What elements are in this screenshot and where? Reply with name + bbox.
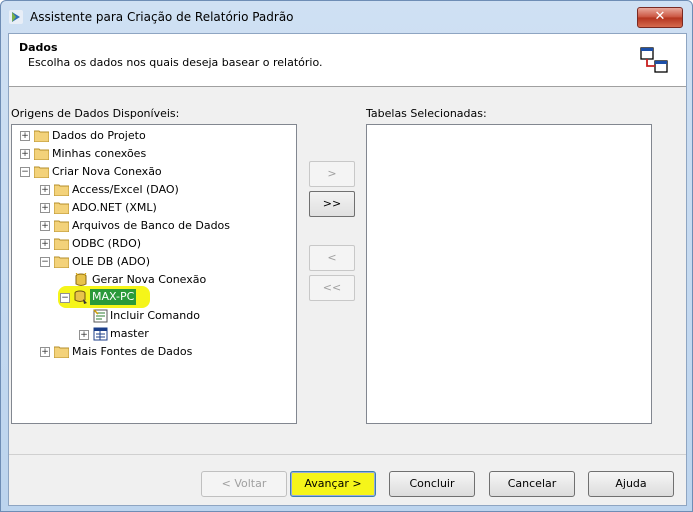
back-button[interactable]: < Voltar — [201, 471, 287, 497]
remove-all-button[interactable]: << — [309, 275, 355, 301]
folder-icon — [54, 238, 69, 250]
tree-item-max-pc[interactable]: − MAX-PC — [12, 286, 292, 308]
tree-item-label: MAX-PC — [90, 289, 137, 305]
title-bar[interactable]: Assistente para Criação de Relatório Pad… — [1, 1, 692, 33]
page-description: Escolha os dados nos quais deseja basear… — [28, 56, 323, 69]
expand-icon[interactable]: + — [40, 203, 50, 213]
tree-item-label: Mais Fontes de Dados — [72, 345, 193, 358]
tree-item-mais-fontes[interactable]: + Mais Fontes de Dados — [12, 343, 292, 361]
header-panel: Dados Escolha os dados nos quais deseja … — [9, 34, 686, 87]
tree-item-label: Arquivos de Banco de Dados — [72, 219, 231, 232]
cancel-button[interactable]: Cancelar — [489, 471, 575, 497]
help-button[interactable]: Ajuda — [588, 471, 674, 497]
command-icon — [93, 309, 108, 323]
tree-item-ole-db[interactable]: − OLE DB (ADO) — [12, 253, 292, 271]
add-all-button[interactable]: >> — [309, 191, 355, 217]
open-folder-icon — [54, 256, 69, 268]
expand-icon[interactable]: + — [40, 239, 50, 249]
folder-icon — [54, 220, 69, 232]
collapse-icon[interactable]: − — [40, 257, 50, 267]
add-one-button[interactable]: > — [309, 161, 355, 187]
collapse-icon[interactable]: − — [60, 293, 70, 303]
expand-icon[interactable]: + — [40, 221, 50, 231]
folder-icon — [34, 130, 49, 142]
tree-item-label: ODBC (RDO) — [72, 237, 142, 250]
available-sources-label: Origens de Dados Disponíveis: — [11, 107, 180, 120]
folder-icon — [34, 148, 49, 160]
expand-icon[interactable]: + — [40, 185, 50, 195]
app-icon — [9, 10, 23, 24]
data-sources-tree[interactable]: + Dados do Projeto + Minhas conexões − C… — [11, 124, 297, 424]
tree-item-ado-net[interactable]: + ADO.NET (XML) — [12, 199, 292, 217]
footer-divider — [9, 454, 686, 455]
tree-item-label: master — [110, 327, 149, 340]
wizard-client-area: Dados Escolha os dados nos quais deseja … — [8, 33, 687, 506]
database-server-icon — [74, 290, 87, 304]
tree-item-label: Dados do Projeto — [52, 129, 146, 142]
close-button[interactable]: ✕ — [637, 7, 683, 28]
open-folder-icon — [34, 166, 49, 178]
tree-item-odbc[interactable]: + ODBC (RDO) — [12, 235, 292, 253]
expand-icon[interactable]: + — [79, 330, 89, 340]
database-icon — [93, 327, 108, 341]
tree-item-dados-do-projeto[interactable]: + Dados do Projeto — [12, 127, 292, 145]
tree-item-incluir-comando[interactable]: Incluir Comando — [12, 307, 292, 325]
expand-icon[interactable]: + — [20, 131, 30, 141]
tree-item-access-excel[interactable]: + Access/Excel (DAO) — [12, 181, 292, 199]
expand-icon[interactable]: + — [20, 149, 30, 159]
table-link-icon — [640, 47, 668, 73]
folder-icon — [54, 184, 69, 196]
tree-item-label: ADO.NET (XML) — [72, 201, 157, 214]
wizard-window: Assistente para Criação de Relatório Pad… — [0, 0, 693, 512]
window-title: Assistente para Criação de Relatório Pad… — [30, 10, 294, 24]
tree-item-minhas-conexoes[interactable]: + Minhas conexões — [12, 145, 292, 163]
tree-item-label: Incluir Comando — [110, 309, 200, 322]
collapse-icon[interactable]: − — [20, 167, 30, 177]
tree-item-criar-nova-conexao[interactable]: − Criar Nova Conexão — [12, 163, 292, 181]
expand-icon[interactable]: + — [40, 347, 50, 357]
page-title: Dados — [19, 41, 58, 54]
folder-icon — [54, 202, 69, 214]
next-button[interactable]: Avançar > — [290, 471, 376, 497]
tree-item-master[interactable]: + master — [12, 325, 292, 343]
tree-item-arquivos-banco[interactable]: + Arquivos de Banco de Dados — [12, 217, 292, 235]
tree-item-label: OLE DB (ADO) — [72, 255, 150, 268]
new-connection-icon — [75, 273, 87, 286]
remove-one-button[interactable]: < — [309, 245, 355, 271]
tree-item-label: Minhas conexões — [52, 147, 147, 160]
tree-item-gerar-nova-conexao[interactable]: Gerar Nova Conexão — [12, 271, 292, 289]
selected-tables-list[interactable] — [366, 124, 652, 424]
selected-tables-label: Tabelas Selecionadas: — [366, 107, 487, 120]
folder-icon — [54, 346, 69, 358]
tree-item-label: Access/Excel (DAO) — [72, 183, 179, 196]
finish-button[interactable]: Concluir — [389, 471, 475, 497]
tree-item-label: Criar Nova Conexão — [52, 165, 162, 178]
